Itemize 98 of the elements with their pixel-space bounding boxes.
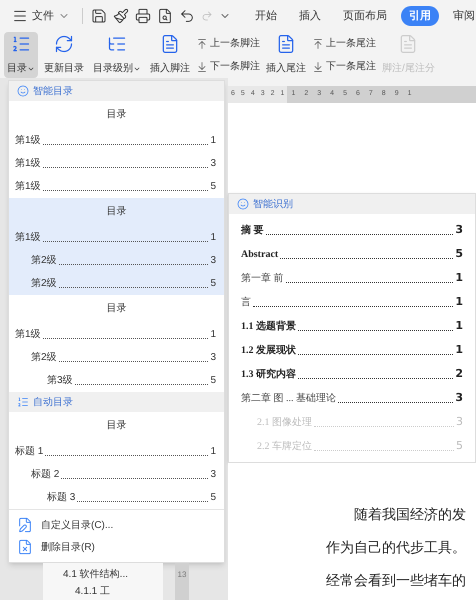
ribbon-tab[interactable]: 插入 <box>291 6 329 26</box>
document-icon <box>398 34 418 54</box>
entry-label: 标题 2 <box>31 468 60 482</box>
preview-icon[interactable] <box>157 8 173 24</box>
toc-style-option[interactable]: 目录 第1级 1 第1级 3 第1级 5 <box>9 101 224 198</box>
ribbon-button[interactable]: 下一条脚注 <box>196 59 260 74</box>
entry-label: 第二章 图 ... 基础理论 <box>241 392 336 406</box>
page-number: 3 <box>210 157 216 171</box>
ribbon-tab[interactable]: 开始 <box>247 6 285 26</box>
entry-label: 第1级 <box>15 134 41 148</box>
page-number: 1 <box>210 328 216 342</box>
entry-label: 2.1 图像处理 <box>257 416 312 430</box>
toc-style-option[interactable]: 目录 第1级 1 第2级 3 第3级 5 <box>9 295 224 392</box>
page-number: 5 <box>455 246 463 262</box>
save-icon[interactable] <box>91 8 107 24</box>
ribbon-button[interactable]: 下一条尾注 <box>312 59 376 74</box>
ribbon-button[interactable]: 目录 <box>4 32 38 78</box>
entry-label: 1.2 发展现状 <box>241 344 296 358</box>
ribbon-button[interactable]: 目录级别 <box>90 32 144 78</box>
ribbon-button[interactable]: 上一条尾注 <box>312 36 376 51</box>
section-title: 自动目录 <box>33 396 73 410</box>
entry-label: 摘 要 <box>241 223 264 238</box>
entry-label: Abstract <box>241 248 278 262</box>
entry-label: 第3级 <box>47 374 73 388</box>
smile-icon <box>237 198 249 210</box>
menu-item[interactable]: 删除目录(R) <box>9 536 224 558</box>
page-number: 1 <box>455 294 463 310</box>
printer-icon[interactable] <box>135 8 151 24</box>
arrow-down-icon <box>312 60 324 72</box>
page-number: 1 <box>210 231 216 245</box>
page-number: 1 <box>210 445 216 459</box>
page-number: 3 <box>456 414 463 430</box>
brush-icon[interactable] <box>113 8 129 24</box>
toc-title: 目录 <box>106 108 126 122</box>
toc-style-option[interactable]: 目录 第1级 1 第2级 3 第2级 5 <box>9 198 224 295</box>
arrow-up-icon <box>312 38 324 50</box>
entry-label: 1.3 研究内容 <box>241 367 296 382</box>
toc-title: 目录 <box>106 205 126 219</box>
ribbon-tab[interactable]: 引用 <box>401 6 439 26</box>
page-number: 5 <box>210 180 216 194</box>
entry-label: 1.1 选题背景 <box>241 320 296 334</box>
entry-label: 第1级 <box>15 157 41 171</box>
nav-item[interactable]: 4.1.1 工 <box>63 584 163 599</box>
vertical-ruler: 13 <box>175 563 189 600</box>
entry-label: 标题 1 <box>15 444 44 459</box>
page-number: 1 <box>455 318 463 334</box>
page-number: 5 <box>210 277 216 291</box>
page-number: 3 <box>455 222 463 238</box>
page-number: 1 <box>210 134 216 148</box>
page-number: 3 <box>455 390 463 406</box>
entry-label: 第1级 <box>15 328 41 342</box>
page-number: 5 <box>210 491 216 505</box>
arrow-down-icon <box>196 60 208 72</box>
page-number: 5 <box>456 438 463 454</box>
paragraph-line: 经常会看到一些堵车的 <box>326 572 467 591</box>
document-icon <box>160 34 180 54</box>
page-number: 3 <box>210 254 216 268</box>
page-number: 5 <box>210 374 216 388</box>
toc-style-option[interactable]: 目录 标题 1 1 标题 2 3 标题 3 5 <box>9 412 224 509</box>
page-number: 1 <box>455 342 463 358</box>
entry-label: 第1级 <box>15 231 41 245</box>
entry-label: 言 <box>241 296 251 310</box>
ribbon-tab[interactable]: 审阅 <box>445 6 476 26</box>
nav-item[interactable]: 4.1 软件结构... <box>63 567 163 582</box>
page-number: 2 <box>455 366 463 382</box>
entry-label: 第1级 <box>15 180 41 194</box>
toc-title: 目录 <box>106 302 126 316</box>
page-number: 3 <box>210 351 216 365</box>
entry-label: 标题 3 <box>47 490 76 505</box>
section-title: 智能识别 <box>253 198 293 212</box>
toc-title: 目录 <box>106 419 126 433</box>
file-menu[interactable]: 文件 <box>8 8 74 24</box>
list-icon <box>11 34 31 54</box>
menu-item[interactable]: 自定义目录(C)... <box>9 514 224 536</box>
entry-label: 第2级 <box>31 254 57 268</box>
ribbon-button[interactable]: 上一条脚注 <box>196 36 260 51</box>
entry-label: 第一章 前 <box>241 272 284 286</box>
page-number: 3 <box>210 468 216 482</box>
menu-icon <box>12 8 28 24</box>
entry-label: 第2级 <box>31 351 57 365</box>
entry-label: 2.2 车牌定位 <box>257 440 312 454</box>
document-icon <box>276 34 296 54</box>
undo-icon[interactable] <box>179 8 195 24</box>
ribbon-button[interactable]: 更新目录 <box>41 32 87 78</box>
entry-label: 第2级 <box>31 277 57 291</box>
refresh-icon <box>54 34 74 54</box>
smile-icon <box>17 85 29 97</box>
paragraph-line: 作为自己的代步工具。 <box>326 540 467 558</box>
edit-icon <box>17 517 33 533</box>
ribbon-tab[interactable]: 页面布局 <box>335 6 395 26</box>
section-title: 智能目录 <box>33 84 73 98</box>
ribbon-button[interactable]: 插入脚注 <box>147 32 193 78</box>
page-number: 1 <box>455 270 463 286</box>
ribbon-button[interactable]: 插入尾注 <box>263 32 309 78</box>
arrow-up-icon <box>196 38 208 50</box>
paragraph-line: 随着我国经济的发 <box>353 506 467 525</box>
list-icon <box>17 396 29 408</box>
delete-icon <box>17 539 33 555</box>
